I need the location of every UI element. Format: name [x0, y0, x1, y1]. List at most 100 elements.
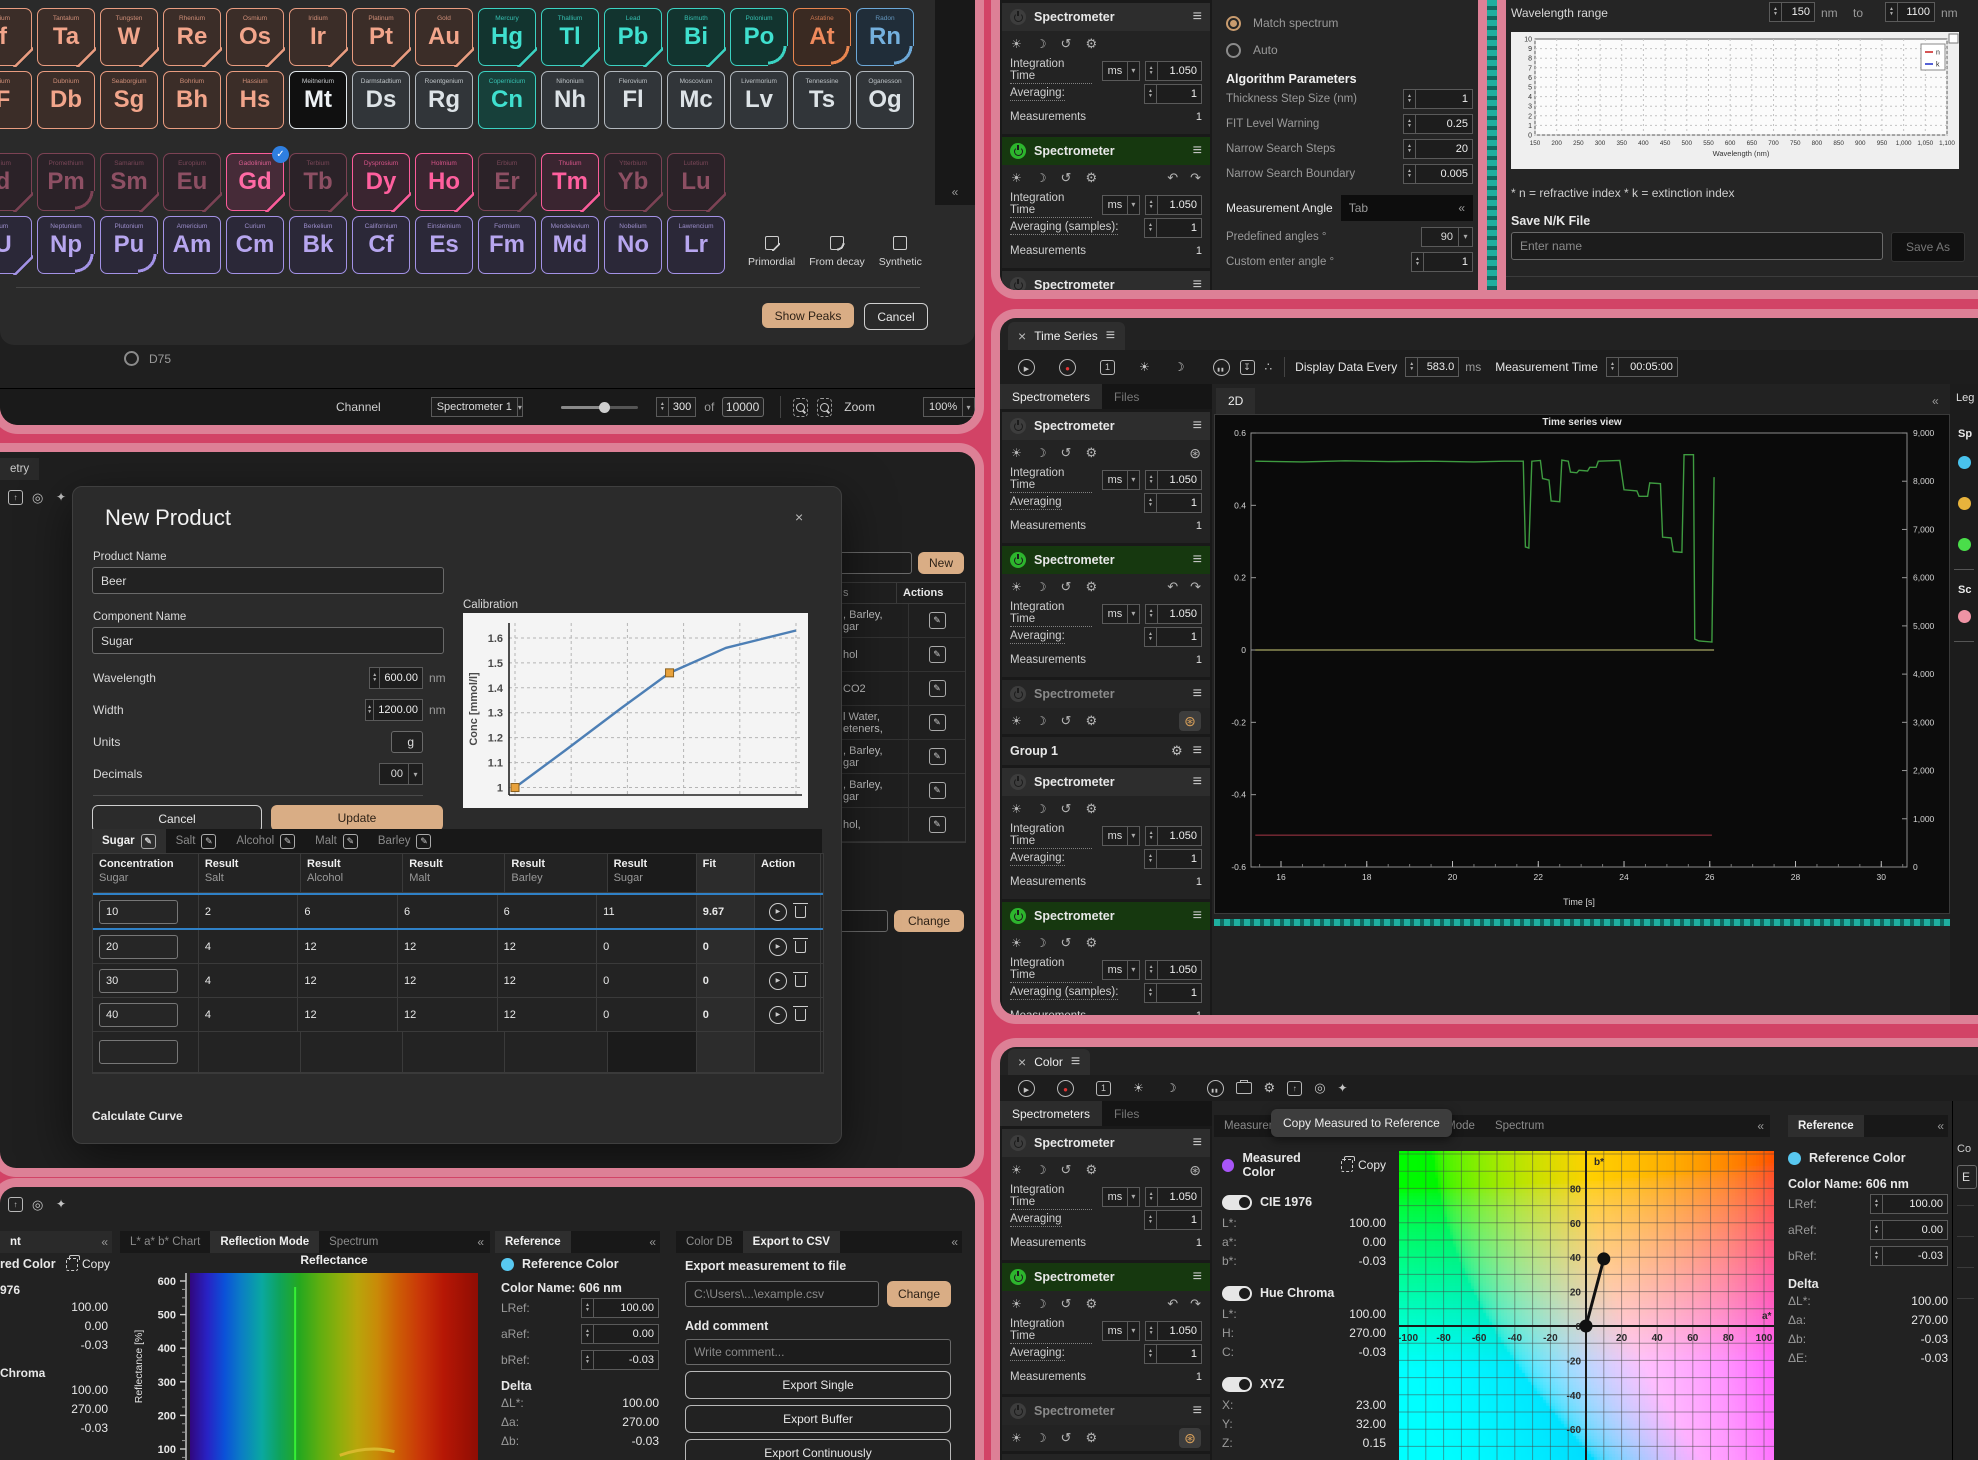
units-input[interactable]: g — [391, 731, 423, 753]
unit-select[interactable]: ms — [1102, 1187, 1140, 1207]
run-row-icon[interactable] — [769, 938, 787, 956]
sparkle-icon[interactable] — [56, 1197, 66, 1211]
dark-reference-icon[interactable] — [1011, 1297, 1022, 1311]
power-icon[interactable] — [1010, 9, 1026, 25]
gear-icon[interactable] — [1171, 743, 1183, 759]
ref-spinner[interactable]: -0.03 — [1870, 1246, 1948, 1266]
averaging-spinner[interactable]: 1 — [1144, 1210, 1202, 1230]
element-tile[interactable]: Iridium Ir — [289, 8, 347, 66]
tab-reference[interactable]: Reference — [1788, 1115, 1864, 1137]
light-reference-icon[interactable] — [1036, 1431, 1047, 1445]
series-color-dot[interactable] — [1958, 456, 1971, 469]
spectrometer-header[interactable]: Spectrometer — [1002, 546, 1210, 574]
reset-icon[interactable] — [1061, 935, 1072, 951]
power-icon[interactable] — [1010, 1403, 1026, 1419]
collapse-icon[interactable] — [477, 1235, 484, 1249]
element-tile[interactable]: Einsteinium Es — [415, 216, 473, 274]
power-icon[interactable] — [1010, 418, 1026, 434]
ref-spinner[interactable]: -0.03 — [581, 1350, 659, 1370]
export-button[interactable]: Export Continuously — [685, 1439, 951, 1460]
tab-reflection-mode[interactable]: Reflection Mode — [210, 1231, 319, 1253]
cut-input[interactable]: E — [1957, 1165, 1977, 1189]
menu-icon[interactable] — [1193, 8, 1202, 26]
record-icon[interactable] — [1059, 359, 1076, 376]
tab-spectrum[interactable]: Spectrum — [319, 1231, 388, 1253]
gear-icon[interactable] — [1085, 1162, 1097, 1178]
component-tab[interactable]: Malt — [305, 829, 368, 853]
ref-spinner[interactable]: 100.00 — [1870, 1194, 1948, 1214]
buffer-slider[interactable] — [561, 406, 638, 409]
unit-select[interactable]: ms — [1102, 826, 1140, 846]
tab-2d[interactable]: 2D — [1216, 388, 1255, 414]
spectrometer-header[interactable]: Group 1 — [1002, 737, 1210, 765]
element-tile[interactable]: Thallium Tl — [541, 8, 599, 66]
menu-icon[interactable] — [1071, 1053, 1080, 1071]
series-color-dot[interactable] — [1958, 610, 1971, 623]
collapse-icon[interactable] — [1932, 394, 1939, 408]
integration-time-spinner[interactable]: 1.050 — [1145, 826, 1202, 846]
lab-chromaticity-chart[interactable]: 806040200-20-40-60-100-80-60-40-20204060… — [1399, 1151, 1774, 1460]
color-space-toggle[interactable] — [1222, 1377, 1252, 1392]
concentration-input[interactable]: 40 — [99, 1003, 178, 1027]
power-icon[interactable] — [1010, 143, 1026, 159]
ref-spinner[interactable]: 0.00 — [581, 1324, 659, 1344]
color-wheel-icon[interactable] — [1189, 1162, 1201, 1179]
edit-icon[interactable] — [929, 612, 946, 629]
averaging-spinner[interactable]: 1 — [1144, 849, 1202, 869]
element-tile[interactable]: Tennessine Ts — [793, 71, 851, 129]
spectrometer-header[interactable]: Spectrometer — [1002, 1397, 1210, 1425]
update-button[interactable]: Update — [271, 805, 443, 831]
element-tile[interactable]: Promethium Pm — [37, 153, 95, 211]
menu-icon[interactable] — [1193, 276, 1202, 290]
target-icon[interactable] — [32, 1197, 43, 1213]
table-row[interactable]: 10 266611 9.67 — [93, 893, 823, 930]
table-row[interactable]: , Barley,gar — [837, 774, 965, 808]
nk-name-input[interactable]: Enter name — [1511, 232, 1883, 260]
element-tile[interactable]: Europium Eu — [163, 153, 221, 211]
pane-splitter[interactable] — [1214, 919, 1950, 926]
element-tile[interactable]: Curium Cm — [226, 216, 284, 274]
dark-reference-icon[interactable] — [1139, 360, 1150, 374]
edit-icon[interactable] — [929, 680, 946, 697]
integration-time-spinner[interactable]: 1.050 — [1145, 470, 1202, 490]
channel-select[interactable]: Spectrometer 1 — [431, 397, 523, 417]
element-tile[interactable]: nium f — [0, 8, 32, 66]
edit-icon[interactable] — [141, 834, 156, 849]
buffer-total-input[interactable]: 10000 — [722, 397, 764, 417]
undo-icon[interactable] — [1167, 170, 1178, 186]
close-icon[interactable] — [1018, 328, 1026, 344]
light-reference-icon[interactable] — [1036, 446, 1047, 460]
decimals-select[interactable]: 00 — [379, 763, 423, 785]
record-icon[interactable] — [1057, 1080, 1074, 1097]
spectrometer-header[interactable]: Spectrometer — [1002, 412, 1210, 440]
target-icon[interactable] — [1314, 1080, 1325, 1096]
spectrometer-header[interactable]: Spectrometer — [1002, 1129, 1210, 1157]
element-tile[interactable]: Tantalum Ta — [37, 8, 95, 66]
pause-icon[interactable] — [1213, 359, 1230, 376]
measurement-angle-tabbar[interactable]: Tab — [1341, 195, 1473, 221]
concentration-input[interactable] — [99, 1040, 178, 1064]
unit-select[interactable]: ms — [1102, 470, 1140, 490]
color-wheel-active[interactable] — [1179, 1428, 1201, 1448]
averaging-spinner[interactable]: 1 — [1144, 84, 1202, 104]
reset-icon[interactable] — [1061, 1430, 1072, 1446]
menu-icon[interactable] — [1193, 773, 1202, 791]
gear-icon[interactable] — [1085, 1296, 1097, 1312]
menu-icon[interactable] — [1193, 417, 1202, 435]
wavelength-from-spinner[interactable]: 150 — [1769, 2, 1815, 22]
light-reference-icon[interactable] — [1036, 1163, 1047, 1177]
tab-spectrometers[interactable]: Spectrometers — [1000, 384, 1102, 409]
zoom-select-icon[interactable] — [793, 398, 808, 417]
gear-icon[interactable] — [1085, 36, 1097, 52]
element-tile[interactable]: Mercury Hg — [478, 8, 536, 66]
auto-radio[interactable] — [1226, 43, 1241, 58]
menu-icon[interactable] — [1106, 327, 1115, 345]
element-tile[interactable]: Radon Rn — [856, 8, 914, 66]
gear-icon[interactable] — [1085, 801, 1097, 817]
dark-reference-icon[interactable] — [1011, 580, 1022, 594]
light-reference-icon[interactable] — [1036, 714, 1047, 728]
element-tile[interactable]: Seaborgium Sg — [100, 71, 158, 129]
color-wheel-active[interactable] — [1179, 711, 1201, 731]
dark-reference-icon[interactable] — [1011, 802, 1022, 816]
element-tile[interactable]: Bohrium Bh — [163, 71, 221, 129]
